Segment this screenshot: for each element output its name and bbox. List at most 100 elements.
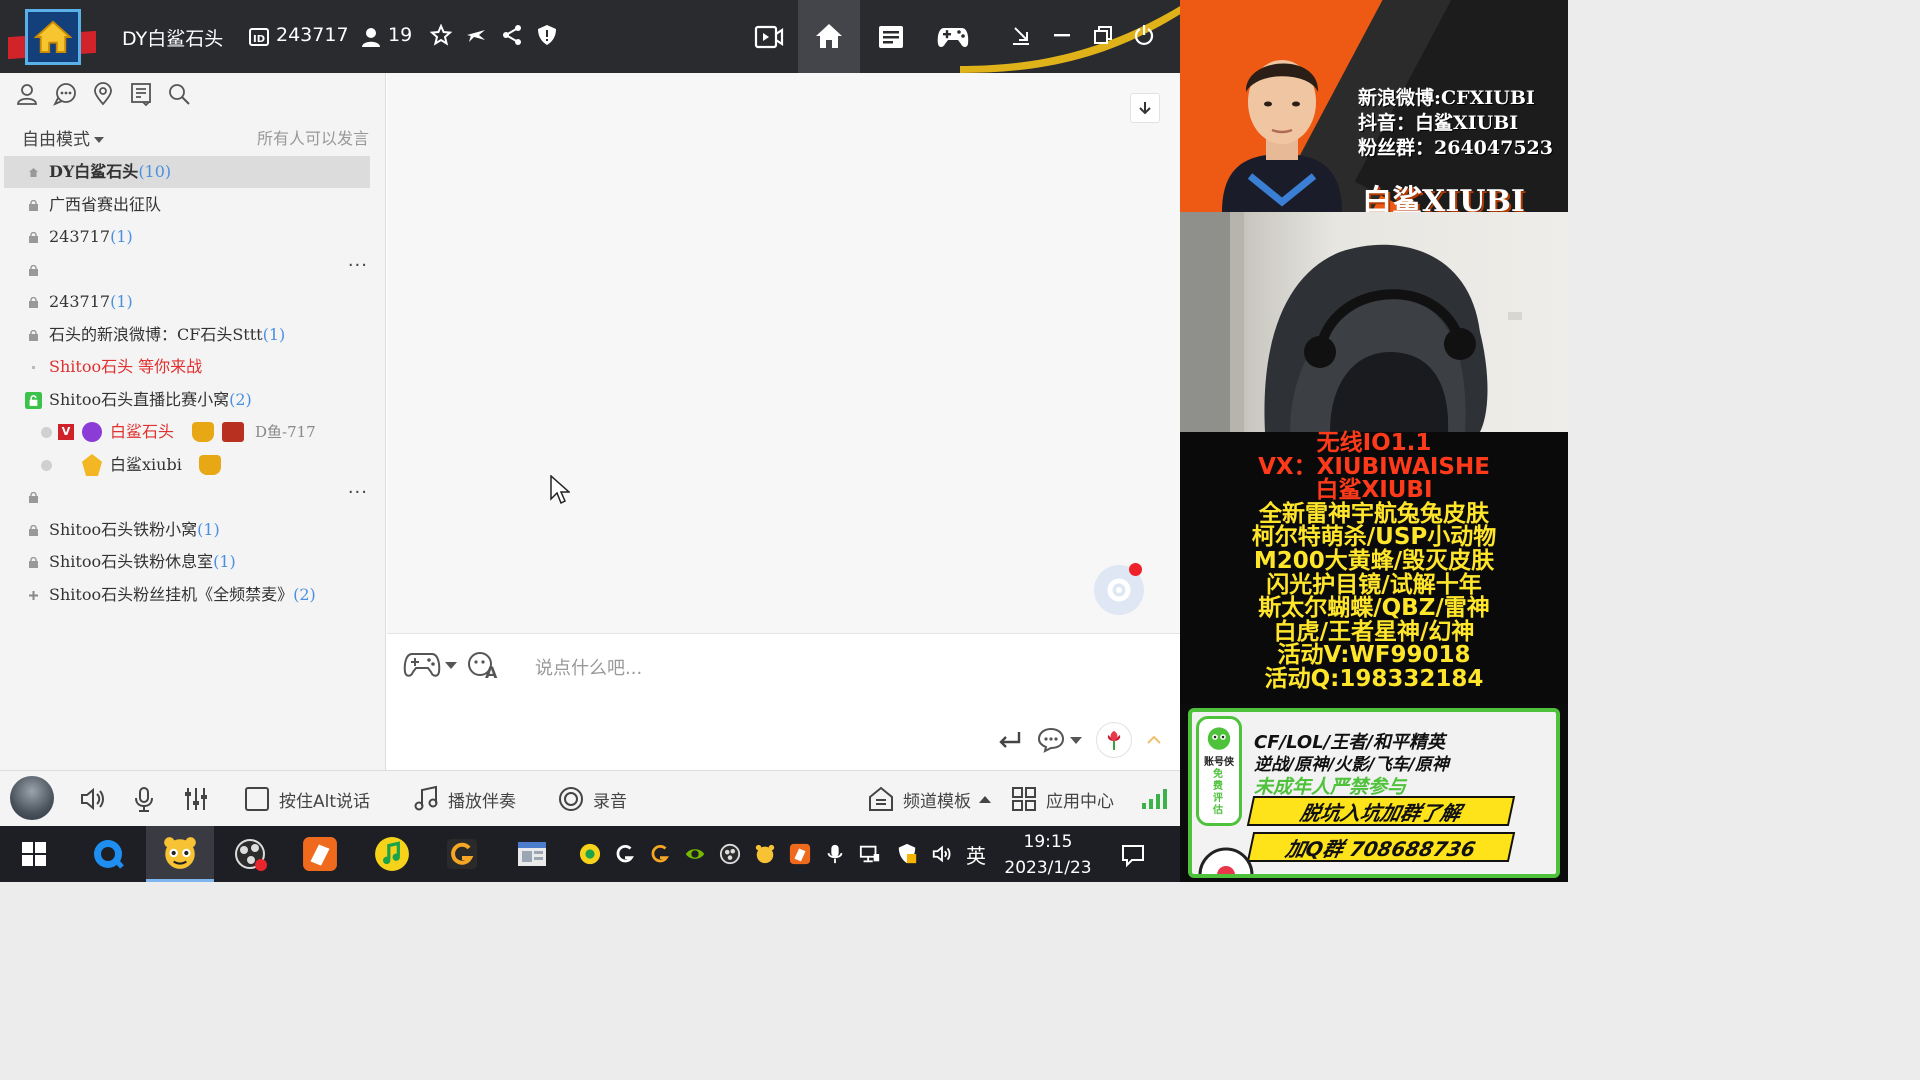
tray-security-shield-icon[interactable] [895, 842, 919, 866]
download-minimize-tray-icon[interactable] [1008, 22, 1034, 48]
taskbar-app-yy-active[interactable] [146, 826, 214, 882]
equalizer-icon [185, 788, 207, 810]
tray-g-icon[interactable] [613, 842, 637, 866]
chat-bubbles-icon[interactable] [52, 81, 78, 107]
notice-board-icon[interactable] [128, 81, 154, 107]
taskbar-app-browser[interactable] [88, 834, 128, 874]
avatar[interactable] [10, 776, 54, 820]
chevron-up-icon[interactable] [1146, 735, 1162, 745]
taskbar-app-obs[interactable] [230, 834, 270, 874]
channel-item[interactable]: Shitoo石头 等你来战 [4, 351, 370, 383]
tray-game-icon[interactable] [788, 842, 812, 866]
member-name: 白鲨石头 [110, 422, 175, 441]
channel-item[interactable]: DY白鲨石头(10) [4, 156, 370, 188]
message-style-button[interactable] [1037, 727, 1082, 753]
lock-icon [29, 492, 38, 503]
promo-line: 白虎/王者星神/幻神 [1273, 618, 1475, 645]
ime-indicator[interactable]: 英 [964, 842, 988, 868]
play-accompaniment-button[interactable]: 播放伴奏 [412, 783, 516, 815]
search-icon[interactable] [166, 81, 192, 107]
windows-start-button[interactable] [14, 834, 54, 874]
plane-share-icon[interactable] [463, 22, 489, 48]
speak-mode-dropdown[interactable]: 自由模式 [22, 125, 104, 150]
channel-item[interactable]: 石头的新浪微博：CF石头Sttt(1) [4, 319, 370, 351]
home-icon[interactable] [813, 20, 845, 52]
streamer-weibo: 新浪微博:CFXIUBI [1358, 87, 1535, 109]
app-center-button[interactable]: 应用中心 [1010, 783, 1114, 815]
star-favorite-icon[interactable] [428, 22, 454, 48]
clock-date[interactable]: 2023/1/23 [1003, 858, 1093, 878]
shield-icon[interactable] [534, 22, 560, 48]
record-label: 录音 [593, 791, 627, 812]
channel-item[interactable]: Shitoo石头直播比赛小窝(2) [4, 384, 370, 416]
tray-yy-icon[interactable] [753, 842, 777, 866]
video-live-icon[interactable] [753, 22, 785, 52]
send-enter-icon[interactable] [997, 729, 1023, 751]
channel-item[interactable]: ··· [4, 481, 370, 513]
message-input-placeholder[interactable]: 说点什么吧... [535, 654, 642, 680]
push-to-talk-toggle[interactable]: 按住Alt说话 [243, 783, 370, 815]
tray-network-icon[interactable] [858, 842, 882, 866]
floating-settings-button[interactable] [1094, 563, 1144, 615]
list-panel-icon[interactable] [876, 22, 906, 52]
microphone-icon [135, 787, 153, 812]
network-signal-indicator [1140, 783, 1168, 815]
member-item[interactable]: 白鲨xiubi [4, 449, 370, 481]
record-button[interactable]: 录音 [557, 783, 627, 815]
channel-item[interactable]: Shitoo石头铁粉休息室(1) [4, 546, 370, 578]
app-logo[interactable] [8, 6, 96, 66]
clock-time[interactable]: 19:15 [1003, 832, 1093, 852]
microphone-button[interactable] [130, 783, 158, 815]
chat-messages-area[interactable] [387, 73, 1180, 633]
channel-item[interactable]: 广西省赛出征队 [4, 189, 370, 221]
channel-item[interactable]: Shitoo石头铁粉小窝(1) [4, 514, 370, 546]
user-icon[interactable] [14, 81, 40, 107]
app-grid-icon [1012, 787, 1036, 811]
game-emoji-button[interactable] [403, 650, 457, 680]
open-channel-icon [25, 392, 42, 409]
scroll-to-bottom-button[interactable] [1130, 93, 1160, 123]
taskbar-app-window[interactable] [512, 834, 552, 874]
id-icon: ID [246, 24, 272, 50]
chevron-up-icon [979, 795, 991, 803]
taskbar-app-music[interactable] [372, 834, 412, 874]
tray-launcher-icon[interactable] [648, 842, 672, 866]
speaker-volume-button[interactable] [78, 783, 106, 815]
more-options-icon[interactable]: ··· [348, 477, 368, 509]
taskbar-app-g-launcher[interactable] [442, 834, 482, 874]
tray-music-icon[interactable] [578, 842, 602, 866]
room-name: DY白鲨石头 [122, 28, 224, 50]
expand-plus-icon[interactable] [28, 590, 39, 601]
tray-volume-icon[interactable] [930, 842, 954, 866]
taskbar-app-game[interactable] [300, 834, 340, 874]
gift-box-icon [82, 454, 102, 476]
promo-line: 全新雷神宇航兔兔皮肤 [1259, 500, 1489, 527]
location-pin-icon[interactable] [90, 81, 116, 107]
flower-icon [1107, 731, 1121, 750]
restore-window-icon[interactable] [1090, 22, 1116, 48]
channel-item[interactable]: ··· [4, 254, 370, 286]
channel-template-button[interactable]: 频道模板 [867, 783, 991, 815]
promo-text-panel: 无线IO1.1 VX：XIUBIWAISHE 白鲨XIUBI 全新雷神宇航兔兔皮… [1180, 431, 1568, 704]
audio-mixer-button[interactable] [182, 783, 210, 815]
crown-icon [192, 422, 214, 442]
member-item[interactable]: V 白鲨石头 D鱼-717 [4, 416, 370, 448]
music-note-icon [414, 785, 438, 811]
channel-item[interactable]: 243717(1) [4, 286, 370, 318]
channel-item[interactable]: Shitoo石头粉丝挂机《全频禁麦》(2) [4, 579, 370, 611]
notification-center-icon[interactable] [1120, 842, 1146, 868]
flower-gift-button[interactable] [1096, 722, 1132, 758]
more-options-icon[interactable]: ··· [348, 250, 368, 282]
tray-microphone-icon[interactable] [823, 842, 847, 866]
tray-obs-icon[interactable] [718, 842, 742, 866]
share-icon[interactable] [499, 22, 525, 48]
channel-item[interactable]: 243717(1) [4, 221, 370, 253]
tray-nvidia-icon[interactable] [683, 842, 707, 866]
emoji-text-icon[interactable]: A [467, 650, 501, 680]
minimize-icon[interactable] [1049, 22, 1075, 48]
record-icon [559, 787, 583, 811]
lock-icon [29, 525, 38, 536]
power-close-icon[interactable] [1131, 22, 1157, 48]
ad-join-group-banner: 脱坑入坑加群了解 [1246, 796, 1516, 826]
speaker-icon [81, 787, 104, 811]
